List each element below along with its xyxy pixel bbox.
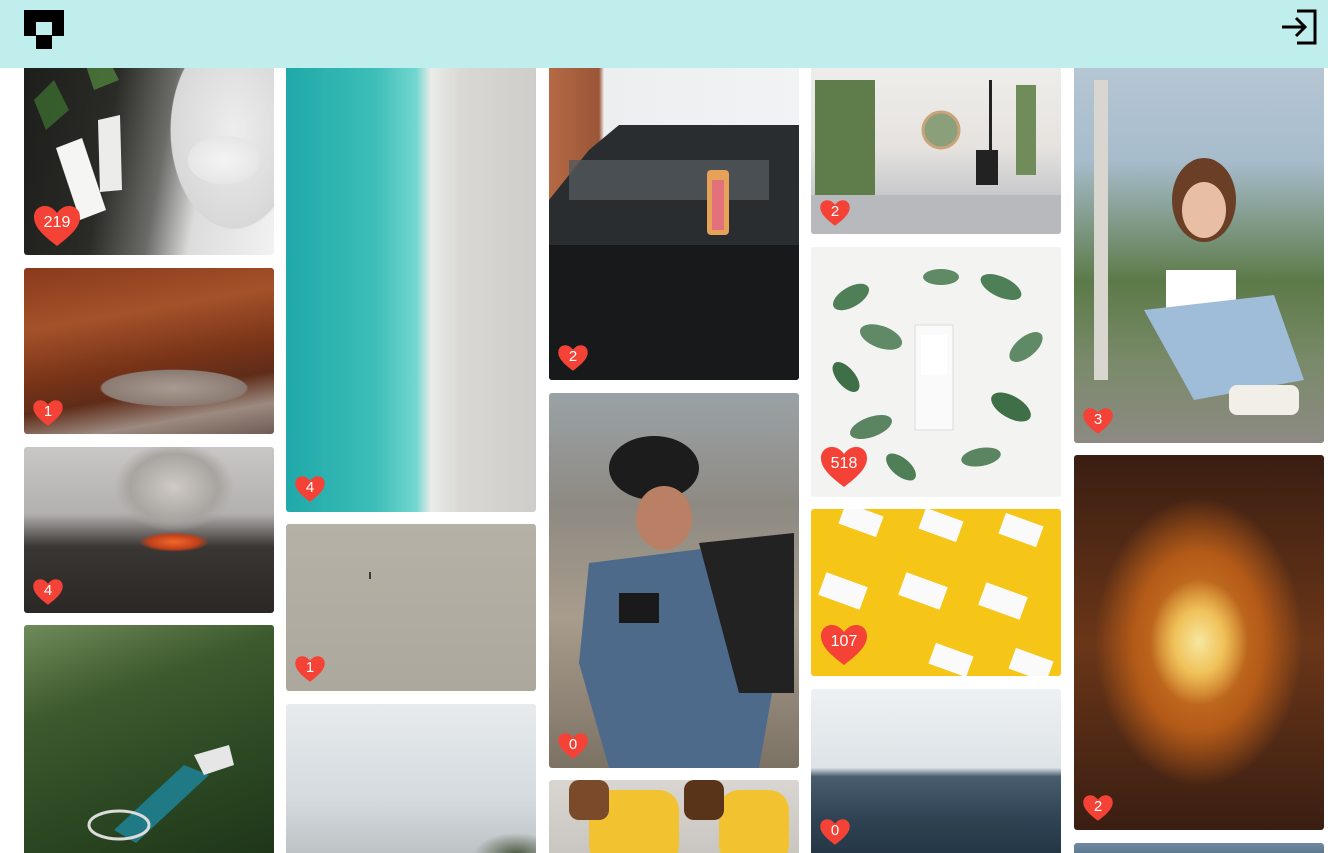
like-button[interactable]: 0 [557,731,589,761]
sign-in-icon[interactable] [1280,8,1318,46]
photo-tile-calm-sea[interactable]: 0 [811,689,1061,853]
photo-tile-yellow-cartons[interactable]: 107 [811,509,1061,676]
truck-shape [549,125,799,380]
photo-gallery: 219 1 4 4 1 2 0 2 518 107 0 3 2 [0,0,1328,853]
like-button[interactable]: 4 [294,474,326,504]
photo-tile-ocean-shore[interactable]: 4 [286,40,536,512]
like-button[interactable]: 0 [819,817,851,847]
photo-image [286,40,536,512]
photo-tile-sand-walker[interactable]: 1 [286,524,536,691]
like-button[interactable]: 107 [819,623,869,667]
photo-tile-girl-fence[interactable]: 3 [1074,40,1324,443]
photo-tile-carton-leaves[interactable]: 518 [811,247,1061,497]
like-button[interactable]: 2 [819,198,851,228]
like-count: 107 [830,633,858,650]
hiker-figure [579,436,794,768]
photo-tile-truck-cup[interactable]: 2 [549,40,799,380]
like-button[interactable]: 219 [32,204,82,248]
photo-tile-partial[interactable] [1074,843,1324,853]
like-count: 219 [43,214,71,231]
like-button[interactable]: 2 [1082,793,1114,823]
like-button[interactable]: 3 [1082,406,1114,436]
photo-tile-overcast-sky[interactable] [286,704,536,853]
like-count: 4 [43,582,53,599]
photo-tile-hiker[interactable]: 0 [549,393,799,768]
photo-tile-boxed-water-soil[interactable]: 219 [24,40,274,255]
photo-tile-forest-pool[interactable] [24,625,274,853]
like-count: 4 [305,479,315,496]
like-button[interactable]: 1 [294,654,326,684]
girl-figure [1094,80,1304,415]
people-shapes [569,780,789,853]
photo-image [286,704,536,853]
like-count: 0 [830,822,840,839]
photo-tile-minimal-bedroom[interactable]: 2 [811,40,1061,234]
like-count: 3 [1093,411,1103,428]
photo-tile-cairns-canyon[interactable]: 1 [24,268,274,434]
photo-image [1074,455,1324,830]
like-button[interactable]: 4 [32,577,64,607]
like-count: 2 [1093,798,1103,815]
like-button[interactable]: 518 [819,445,869,489]
photo-tile-yellow-friends[interactable] [549,780,799,853]
photo-tile-volcano[interactable]: 4 [24,447,274,613]
like-count: 1 [305,659,315,676]
top-bar [0,0,1328,68]
like-count: 1 [43,403,53,420]
like-count: 2 [830,203,840,220]
like-count: 0 [568,736,578,753]
brand-logo-icon[interactable] [24,10,64,49]
photo-image [1074,843,1324,853]
photo-tile-fiery-abstract[interactable]: 2 [1074,455,1324,830]
like-count: 2 [568,348,578,365]
pool-shape [87,745,234,843]
like-button[interactable]: 2 [557,343,589,373]
like-count: 518 [830,455,858,472]
like-button[interactable]: 1 [32,398,64,428]
